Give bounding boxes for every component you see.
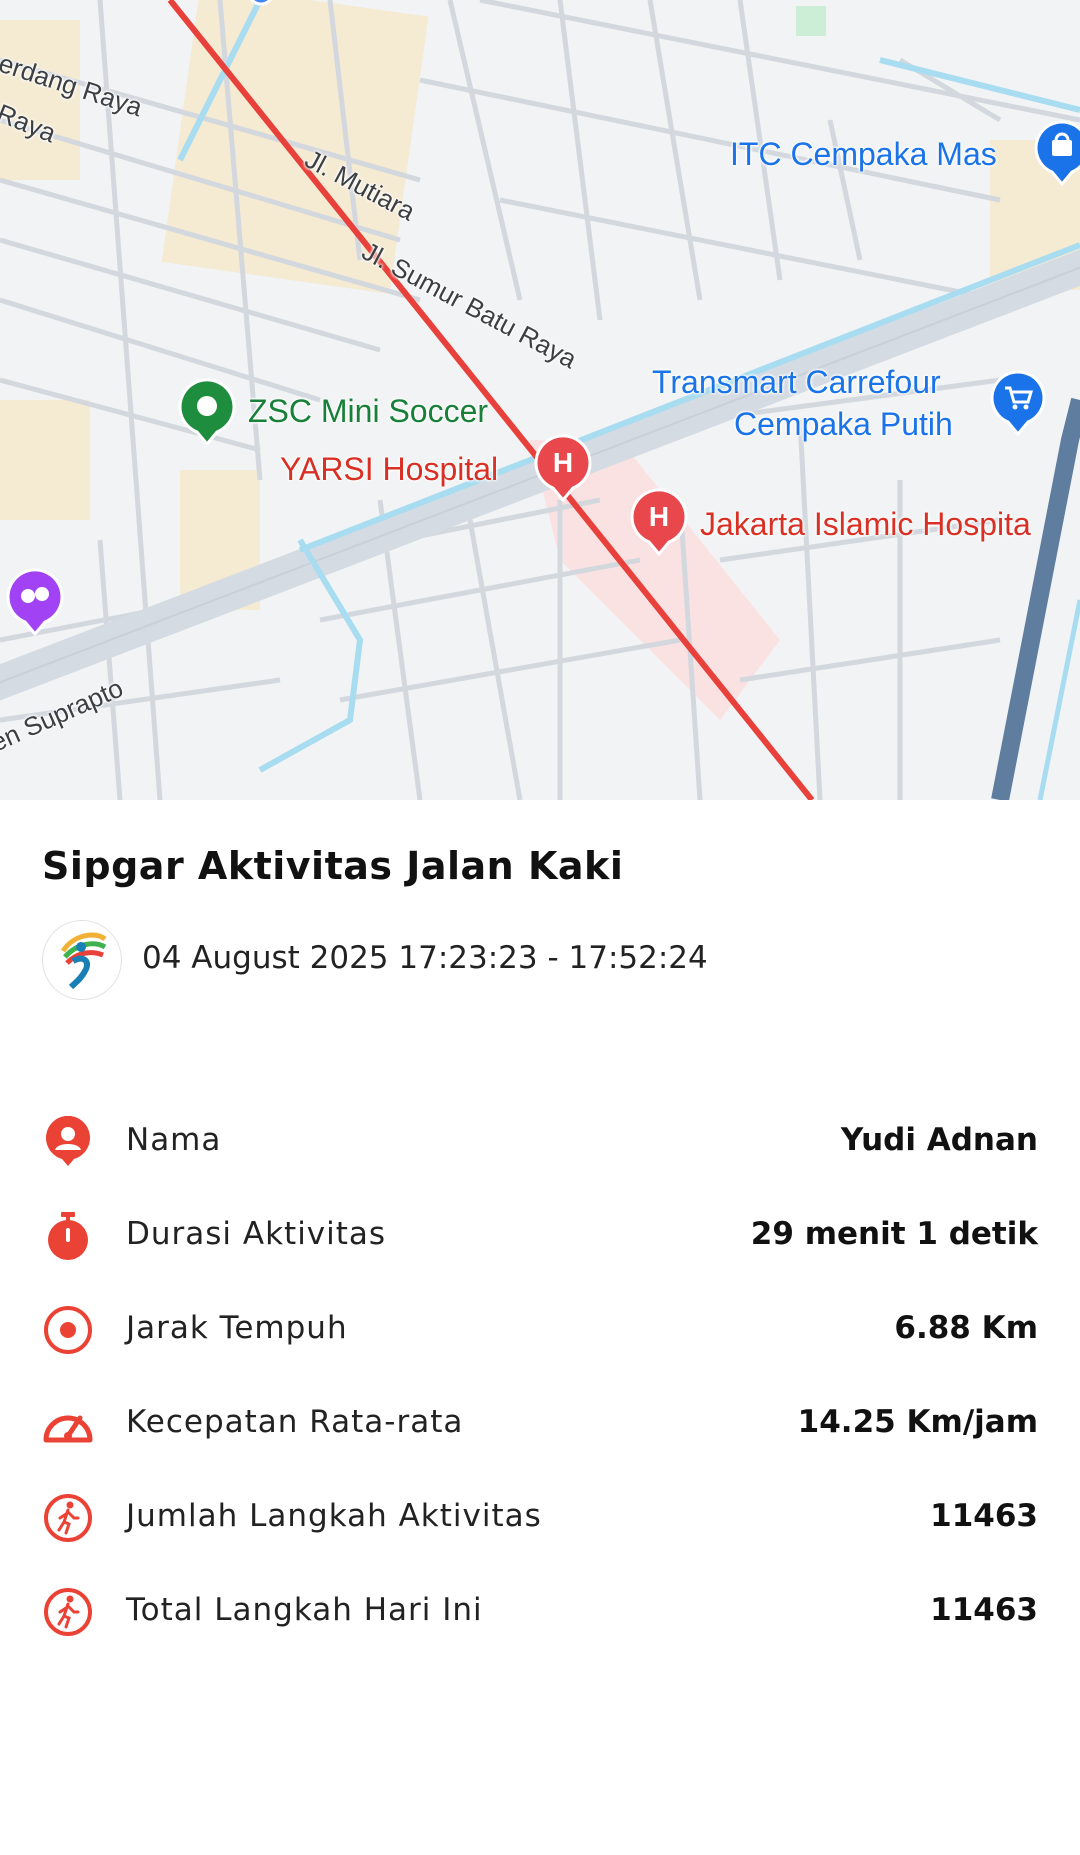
map-view[interactable]: erdang Raya Raya Jl. Mutiara Jl. Sumur B… [0,0,1080,800]
row-label: Jarak Tempuh [126,1310,348,1346]
shopping-cart-pin-icon[interactable] [990,368,1046,436]
row-value: 29 menit 1 detik [750,1216,1038,1252]
svg-text:H: H [553,447,573,478]
location-dot-icon [250,0,272,6]
row-label: Kecepatan Rata-rata [126,1404,464,1440]
target-icon [44,1306,92,1354]
poi-jakarta-islamic-hospital[interactable]: Jakarta Islamic Hospita [700,506,1031,543]
row-label: Durasi Aktivitas [126,1216,387,1252]
walking-icon [44,1588,92,1636]
jakarta-islamic-hospital-pin-icon[interactable]: H [630,486,688,556]
row-kecepatan-rata-rata: Kecepatan Rata-rata 14.25 Km/jam [42,1394,1038,1454]
activity-title: Sipgar Aktivitas Jalan Kaki [42,844,624,888]
row-total-langkah-hari-ini: Total Langkah Hari Ini 11463 [42,1582,1038,1642]
row-label: Nama [126,1122,222,1158]
poi-transmart-line1[interactable]: Transmart Carrefour [652,364,941,401]
poi-yarsi-hospital[interactable]: YARSI Hospital [280,451,498,488]
activity-panel: Sipgar Aktivitas Jalan Kaki 04 August 20… [0,800,1080,1855]
person-pin-icon [46,1116,90,1166]
app-logo-icon [42,920,122,1000]
soccer-pin-icon[interactable] [178,376,236,446]
row-label: Total Langkah Hari Ini [126,1592,483,1628]
stopwatch-icon [48,1212,88,1260]
row-value: 6.88 Km [894,1310,1038,1346]
shopping-bag-pin-icon[interactable] [1034,118,1080,186]
row-durasi-aktivitas: Durasi Aktivitas 29 menit 1 detik [42,1206,1038,1266]
speedometer-icon [43,1415,93,1443]
row-value: 14.25 Km/jam [797,1404,1038,1440]
row-nama: Nama Yudi Adnan [42,1112,1038,1172]
poi-transmart-line2[interactable]: Cempaka Putih [734,406,953,443]
row-jumlah-langkah-aktivitas: Jumlah Langkah Aktivitas 11463 [42,1488,1038,1548]
theater-pin-icon[interactable] [6,566,64,636]
row-value: 11463 [930,1498,1038,1534]
row-label: Jumlah Langkah Aktivitas [126,1498,542,1534]
activity-datetime: 04 August 2025 17:23:23 - 17:52:24 [142,940,708,976]
row-value: Yudi Adnan [840,1122,1038,1158]
row-value: 11463 [930,1592,1038,1628]
walking-icon [44,1494,92,1542]
svg-text:H: H [649,501,669,532]
yarsi-hospital-pin-icon[interactable]: H [534,432,592,502]
poi-itc-cempaka-mas[interactable]: ITC Cempaka Mas [730,136,997,173]
row-jarak-tempuh: Jarak Tempuh 6.88 Km [42,1300,1038,1360]
poi-zsc-mini-soccer[interactable]: ZSC Mini Soccer [248,393,488,430]
